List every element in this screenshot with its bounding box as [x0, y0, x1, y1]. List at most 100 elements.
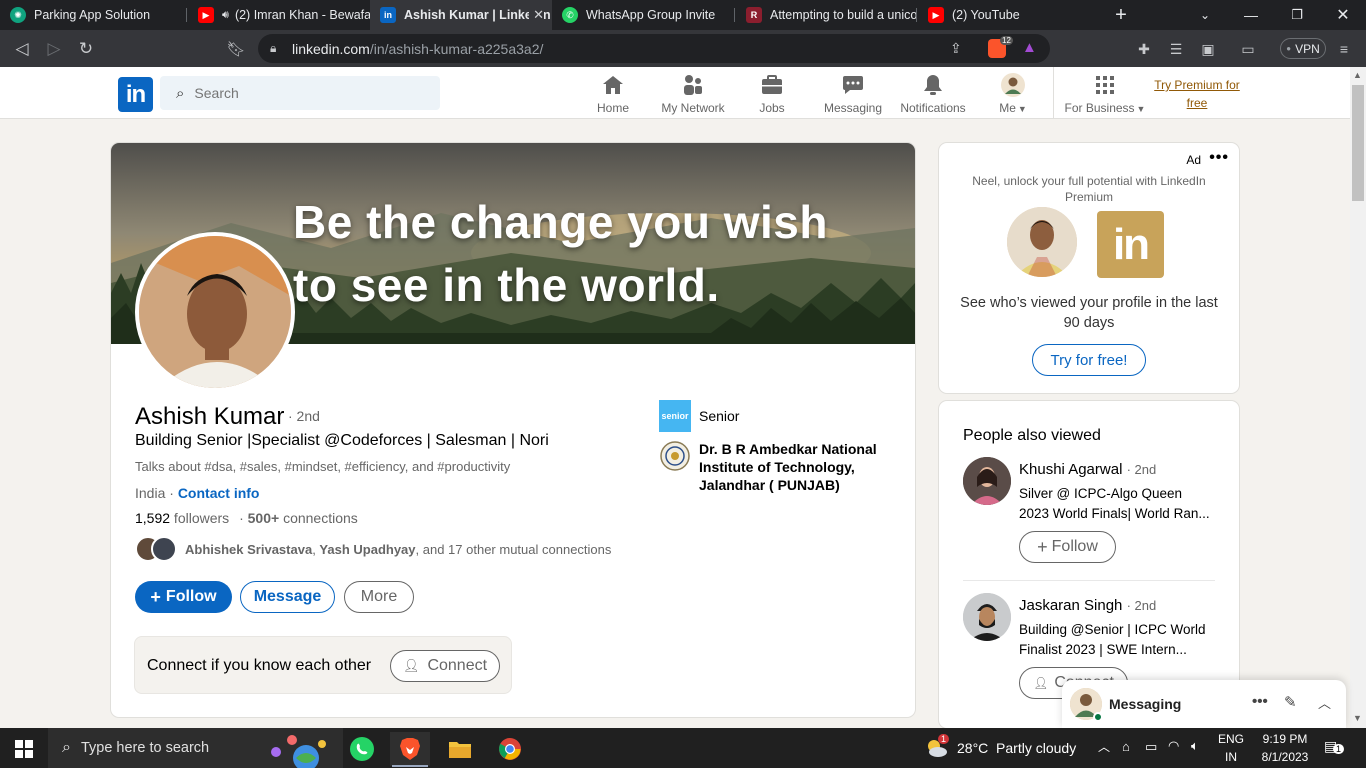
lock-icon: 🔒︎ — [270, 41, 277, 55]
avatar — [1001, 73, 1025, 97]
plus-icon: + — [1037, 536, 1048, 557]
search-highlight-icon — [262, 732, 334, 768]
section-title: People also viewed — [963, 427, 1101, 444]
page-scrollbar[interactable]: ▲ ▼ — [1350, 67, 1366, 728]
nav-for-business[interactable]: For Business ▼ — [1064, 73, 1146, 119]
messaging-widget[interactable]: Messaging ••• ✎ ︿ — [1062, 680, 1346, 728]
scroll-down-icon[interactable]: ▼ — [1353, 713, 1362, 723]
network-status-icon[interactable]: ⌂ — [1122, 739, 1130, 754]
person-headline: Building @Senior | ICPC World Finalist 2… — [1019, 622, 1206, 657]
tab-linkedin[interactable]: in Ashish Kumar | LinkedIn ✕ — [370, 0, 552, 30]
connect-button[interactable]: 👤︎Connect — [390, 650, 500, 682]
share-icon[interactable]: ⇪ — [950, 40, 962, 57]
playlist-icon[interactable]: ☰ — [1166, 39, 1186, 59]
windows-taskbar: ⌕ Type here to search 1 28°C Partly clou… — [0, 728, 1366, 768]
speaker-icon[interactable]: 🔈︎ — [1191, 738, 1199, 754]
browser-tab-bar: ✺ Parking App Solution ▶ 🔊︎ (2) Imran Kh… — [0, 0, 1366, 30]
education[interactable]: Dr. B R Ambedkar National Institute of T… — [659, 440, 879, 494]
person-headline: Silver @ ICPC-Algo Queen 2023 World Fina… — [1019, 486, 1210, 521]
try-premium-link[interactable]: Try Premium for free — [1150, 76, 1244, 112]
mutual-connections[interactable]: Abhishek Srivastava, Yash Upadhyay, and … — [135, 535, 611, 563]
clock[interactable]: 9:19 PM 8/1/2023 — [1252, 730, 1318, 766]
brave-badge: 12 — [1000, 36, 1013, 45]
person-name[interactable]: Jaskaran Singh — [1019, 597, 1122, 614]
wallet-icon[interactable]: ▭ — [1238, 39, 1258, 59]
message-button[interactable]: Message — [240, 581, 335, 613]
ad-body: See who’s viewed your profile in the las… — [960, 295, 1218, 331]
more-options-icon[interactable]: ••• — [1209, 149, 1229, 167]
windows-start-icon[interactable] — [4, 732, 44, 766]
follow-button[interactable]: + Follow — [1019, 531, 1116, 563]
nav-messaging[interactable]: Messaging — [822, 73, 884, 119]
file-explorer-icon[interactable] — [440, 732, 480, 766]
nav-jobs[interactable]: Jobs — [752, 73, 792, 119]
taskbar-search[interactable]: ⌕ Type here to search — [48, 728, 343, 768]
restore-button[interactable]: ❐ — [1274, 0, 1320, 30]
nit-jalandhar-logo — [659, 440, 691, 472]
plus-icon: + — [150, 586, 161, 607]
tab-youtube[interactable]: ▶ (2) YouTube — [918, 0, 1098, 30]
linkedin-logo[interactable]: in — [118, 77, 153, 112]
followers-count[interactable]: 1,592 followers — [135, 510, 229, 526]
follow-button[interactable]: + Follow — [135, 581, 232, 613]
sidebar-icon[interactable]: ▣ — [1198, 39, 1218, 59]
more-options-icon[interactable]: ••• — [1252, 693, 1268, 710]
more-button[interactable]: More — [344, 581, 414, 613]
person-name[interactable]: Khushi Agarwal — [1019, 461, 1122, 478]
close-tab-icon[interactable]: ✕ — [529, 7, 544, 23]
tab-parking-app[interactable]: ✺ Parking App Solution — [0, 0, 186, 30]
brave-rewards-icon[interactable]: ▲ — [1022, 39, 1037, 56]
weather-icon[interactable]: 1 — [924, 734, 950, 760]
list-item[interactable]: Khushi Agarwal · 2nd Silver @ ICPC-Algo … — [963, 457, 1215, 567]
chevron-up-icon[interactable]: ︿ — [1098, 738, 1110, 755]
search-box[interactable]: ⌕ — [160, 76, 440, 110]
current-company[interactable]: senior Senior — [659, 400, 739, 432]
brave-taskbar-icon[interactable] — [390, 732, 430, 767]
vpn-button[interactable]: ● VPN — [1280, 38, 1326, 59]
menu-icon[interactable]: ≡ — [1334, 39, 1354, 59]
nav-me[interactable]: Me ▼ — [996, 73, 1030, 119]
connections-count[interactable]: 500+ connections — [248, 510, 358, 526]
tab-youtube-imran[interactable]: ▶ 🔊︎ (2) Imran Khan - Bewafa — [188, 0, 370, 30]
search-icon: ⌕ — [62, 739, 71, 756]
language-indicator[interactable]: ENG IN — [1212, 730, 1250, 766]
notification-center-icon[interactable]: ▤ 1 — [1324, 738, 1345, 755]
whatsapp-icon: ✆ — [562, 7, 578, 23]
minimize-button[interactable]: — — [1228, 0, 1274, 30]
wifi-icon[interactable]: ◠ — [1168, 738, 1179, 754]
contact-info-link[interactable]: Contact info — [178, 485, 260, 501]
nav-home[interactable]: Home — [590, 73, 636, 119]
chevron-down-icon: ▼ — [1136, 104, 1146, 114]
whatsapp-taskbar-icon[interactable] — [342, 732, 382, 766]
youtube-icon: ▶ — [198, 7, 214, 23]
extensions-icon[interactable]: ✚ — [1134, 39, 1154, 59]
profile-photo[interactable] — [135, 232, 295, 392]
bookmark-icon[interactable]: 🔖︎ — [224, 37, 248, 61]
scroll-up-icon[interactable]: ▲ — [1353, 70, 1362, 80]
back-button[interactable]: ◁ — [10, 37, 34, 61]
compose-icon[interactable]: ✎ — [1284, 693, 1297, 711]
location-line: India · Contact info — [135, 485, 260, 501]
tab-search-chevron-icon[interactable]: ⌄ — [1182, 0, 1228, 30]
address-bar[interactable]: 🔒︎ linkedin.com/in/ashish-kumar-a225a3a2… — [258, 34, 1050, 63]
profile-card: Be the change you wish to see in the wor… — [111, 143, 915, 717]
linkedin-premium-logo: in — [1097, 211, 1164, 278]
chrome-taskbar-icon[interactable] — [490, 732, 530, 766]
premium-ad-card: Ad ••• Neel, unlock your full potential … — [939, 143, 1239, 393]
forward-button[interactable]: ▷ — [42, 37, 66, 61]
chatgpt-icon: ✺ — [10, 7, 26, 23]
scroll-thumb[interactable] — [1352, 85, 1364, 201]
tab-title: WhatsApp Group Invite — [586, 8, 716, 22]
close-window-button[interactable]: ✕ — [1320, 0, 1366, 30]
tab-unicorn[interactable]: R Attempting to build a unico — [736, 0, 916, 30]
tab-whatsapp[interactable]: ✆ WhatsApp Group Invite — [552, 0, 734, 30]
reload-button[interactable]: ↻ — [74, 37, 98, 61]
nav-notifications[interactable]: Notifications — [897, 73, 969, 119]
try-free-button[interactable]: Try for free! — [1032, 344, 1146, 376]
search-input[interactable] — [194, 85, 415, 101]
new-tab-button[interactable]: + — [1098, 0, 1144, 30]
weather-text[interactable]: 28°C Partly cloudy — [957, 740, 1076, 756]
chevron-up-icon[interactable]: ︿ — [1318, 693, 1331, 712]
battery-icon[interactable]: ▭ — [1145, 739, 1157, 755]
nav-my-network[interactable]: My Network — [658, 73, 728, 119]
